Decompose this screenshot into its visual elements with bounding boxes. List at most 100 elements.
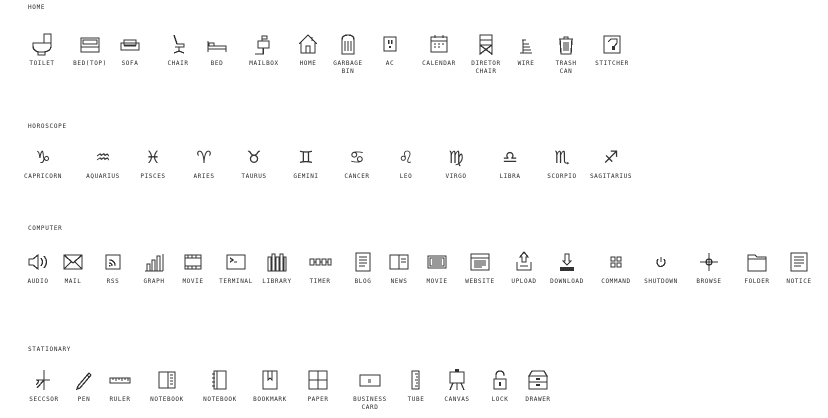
- icon-tile[interactable]: ♏ SCORPIO: [534, 145, 590, 181]
- icon-tile[interactable]: NOTICE: [771, 250, 827, 286]
- drawer-icon: [527, 370, 549, 390]
- graph-icon: [145, 254, 164, 272]
- lock-icon: [493, 370, 507, 390]
- notebook-spiral-icon: [212, 370, 227, 390]
- browse-icon: [700, 253, 718, 271]
- shutdown-icon: [656, 257, 666, 268]
- toilet-icon: [32, 33, 52, 56]
- icon-tile[interactable]: ♑ CAPRICORN: [15, 145, 71, 181]
- sofa-icon: [120, 39, 140, 51]
- command-icon: [610, 256, 622, 268]
- icon-label: AQUARIUS: [86, 173, 120, 180]
- movie-icon: [184, 254, 202, 270]
- scorpio-icon: ♏: [554, 148, 569, 168]
- cancer-icon: ♋: [349, 148, 364, 168]
- section-horoscope: HOROSCOPE ♑ CAPRICORN ♒ AQUARIUS ♓ PISCES ♈ ARIE…: [0, 123, 828, 193]
- icon-tile[interactable]: ♎ LIBRA: [482, 145, 538, 181]
- icon-tile[interactable]: ♋ CANCER: [329, 145, 385, 181]
- icon-tile[interactable]: ♌ LEO: [378, 145, 434, 181]
- icon-tile[interactable]: ♈ ARIES: [176, 145, 232, 181]
- icon-label: NOTEBOOK: [150, 396, 184, 403]
- garbage-bin-icon: [341, 34, 355, 55]
- icon-tile[interactable]: ♍ VIRGO: [428, 145, 484, 181]
- website-icon: [470, 253, 490, 271]
- calendar-icon: [430, 35, 448, 53]
- icon-tile[interactable]: ♓ PISCES: [125, 145, 181, 181]
- icon-tile[interactable]: AC: [362, 32, 418, 68]
- bookmark-icon: [262, 370, 278, 390]
- ruler-icon: [109, 377, 131, 384]
- icon-tile[interactable]: DRAWER: [510, 368, 566, 404]
- icon-tile[interactable]: STITCHER: [584, 32, 640, 68]
- terminal-icon: [226, 254, 246, 270]
- icon-tile[interactable]: NOTEBOOK: [192, 368, 248, 404]
- icon-label: LEO: [399, 173, 413, 180]
- icon-label: CAPRICORN: [24, 173, 62, 180]
- section-title: STATIONARY: [28, 346, 72, 353]
- pisces-icon: ♓: [145, 148, 160, 168]
- mail-icon: [63, 254, 83, 270]
- library-icon: [267, 253, 287, 272]
- svg-text:♊: ♊: [298, 148, 313, 168]
- icon-tile[interactable]: ♒ AQUARIUS: [75, 145, 131, 181]
- section-title: HOME: [28, 4, 46, 11]
- trash-can-icon: [559, 36, 573, 55]
- icon-label: PISCES: [140, 173, 166, 180]
- tube-icon: [411, 370, 420, 390]
- news-icon: [389, 254, 409, 270]
- bed-icon: [207, 41, 227, 52]
- mailbox-icon: [255, 35, 270, 55]
- ac-icon: [383, 36, 397, 52]
- icon-label: STITCHER: [595, 60, 629, 67]
- virgo-icon: ♍: [448, 148, 463, 168]
- stitcher-icon: [603, 35, 621, 54]
- notice-icon: [790, 252, 808, 272]
- svg-text:♌: ♌: [398, 148, 413, 168]
- movie-screen-icon: [427, 255, 447, 269]
- notebook-icon: [158, 371, 176, 389]
- icon-tile[interactable]: PAPER: [290, 368, 346, 404]
- section-computer: COMPUTER AUDIO MAIL RSS GRAPH MOVIE TERMINAL LI…: [0, 225, 828, 298]
- icon-tile[interactable]: ♊ GEMINI: [278, 145, 334, 181]
- icon-label: PAPER: [307, 396, 329, 403]
- svg-text:♒: ♒: [95, 148, 110, 168]
- icon-label: TAURUS: [241, 173, 267, 180]
- svg-text:♓: ♓: [145, 148, 160, 168]
- svg-text:♐: ♐: [603, 148, 618, 168]
- svg-text:♎: ♎: [502, 148, 517, 168]
- gemini-icon: ♊: [298, 148, 313, 168]
- canvas-icon: [449, 369, 465, 391]
- icon-label: NOTEBOOK: [203, 396, 237, 403]
- wire-icon: [520, 39, 532, 54]
- bed-top-icon: [80, 37, 100, 53]
- capricorn-icon: ♑: [35, 148, 50, 168]
- aries-icon: ♈: [196, 148, 211, 168]
- aquarius-icon: ♒: [95, 148, 110, 168]
- icon-label: CANCER: [344, 173, 370, 180]
- icon-label: SAGITARIUS: [589, 173, 633, 180]
- icon-label: VIRGO: [445, 173, 467, 180]
- icon-label: AC: [385, 60, 395, 67]
- svg-text:♈: ♈: [196, 148, 211, 168]
- icon-tile[interactable]: DOWNLOAD: [539, 250, 595, 286]
- download-icon: [560, 253, 574, 271]
- taurus-icon: ♉: [246, 148, 261, 168]
- chair-icon: [173, 34, 185, 54]
- svg-text:♉: ♉: [246, 148, 261, 168]
- svg-text:♋: ♋: [349, 148, 364, 168]
- rss-icon: [105, 254, 121, 270]
- home-icon: [298, 34, 318, 54]
- section-stationary: STATIONARY SECCSOR PEN RULER NOTEBOOK NOTEBOO…: [0, 346, 828, 416]
- sagittarius-icon: ♐: [603, 148, 618, 168]
- icon-tile[interactable]: ♐ SAGITARIUS: [583, 145, 639, 181]
- leo-icon: ♌: [398, 148, 413, 168]
- icon-label: DRAWER: [525, 396, 551, 403]
- upload-icon: [516, 250, 532, 271]
- svg-text:♑: ♑: [35, 148, 50, 168]
- icon-label: NOTICE: [786, 278, 812, 285]
- paper-icon: [308, 370, 328, 390]
- libra-icon: ♎: [502, 148, 517, 168]
- icon-tile[interactable]: ♉ TAURUS: [226, 145, 282, 181]
- icon-tile[interactable]: NOTEBOOK: [139, 368, 195, 404]
- folder-icon: [747, 254, 767, 272]
